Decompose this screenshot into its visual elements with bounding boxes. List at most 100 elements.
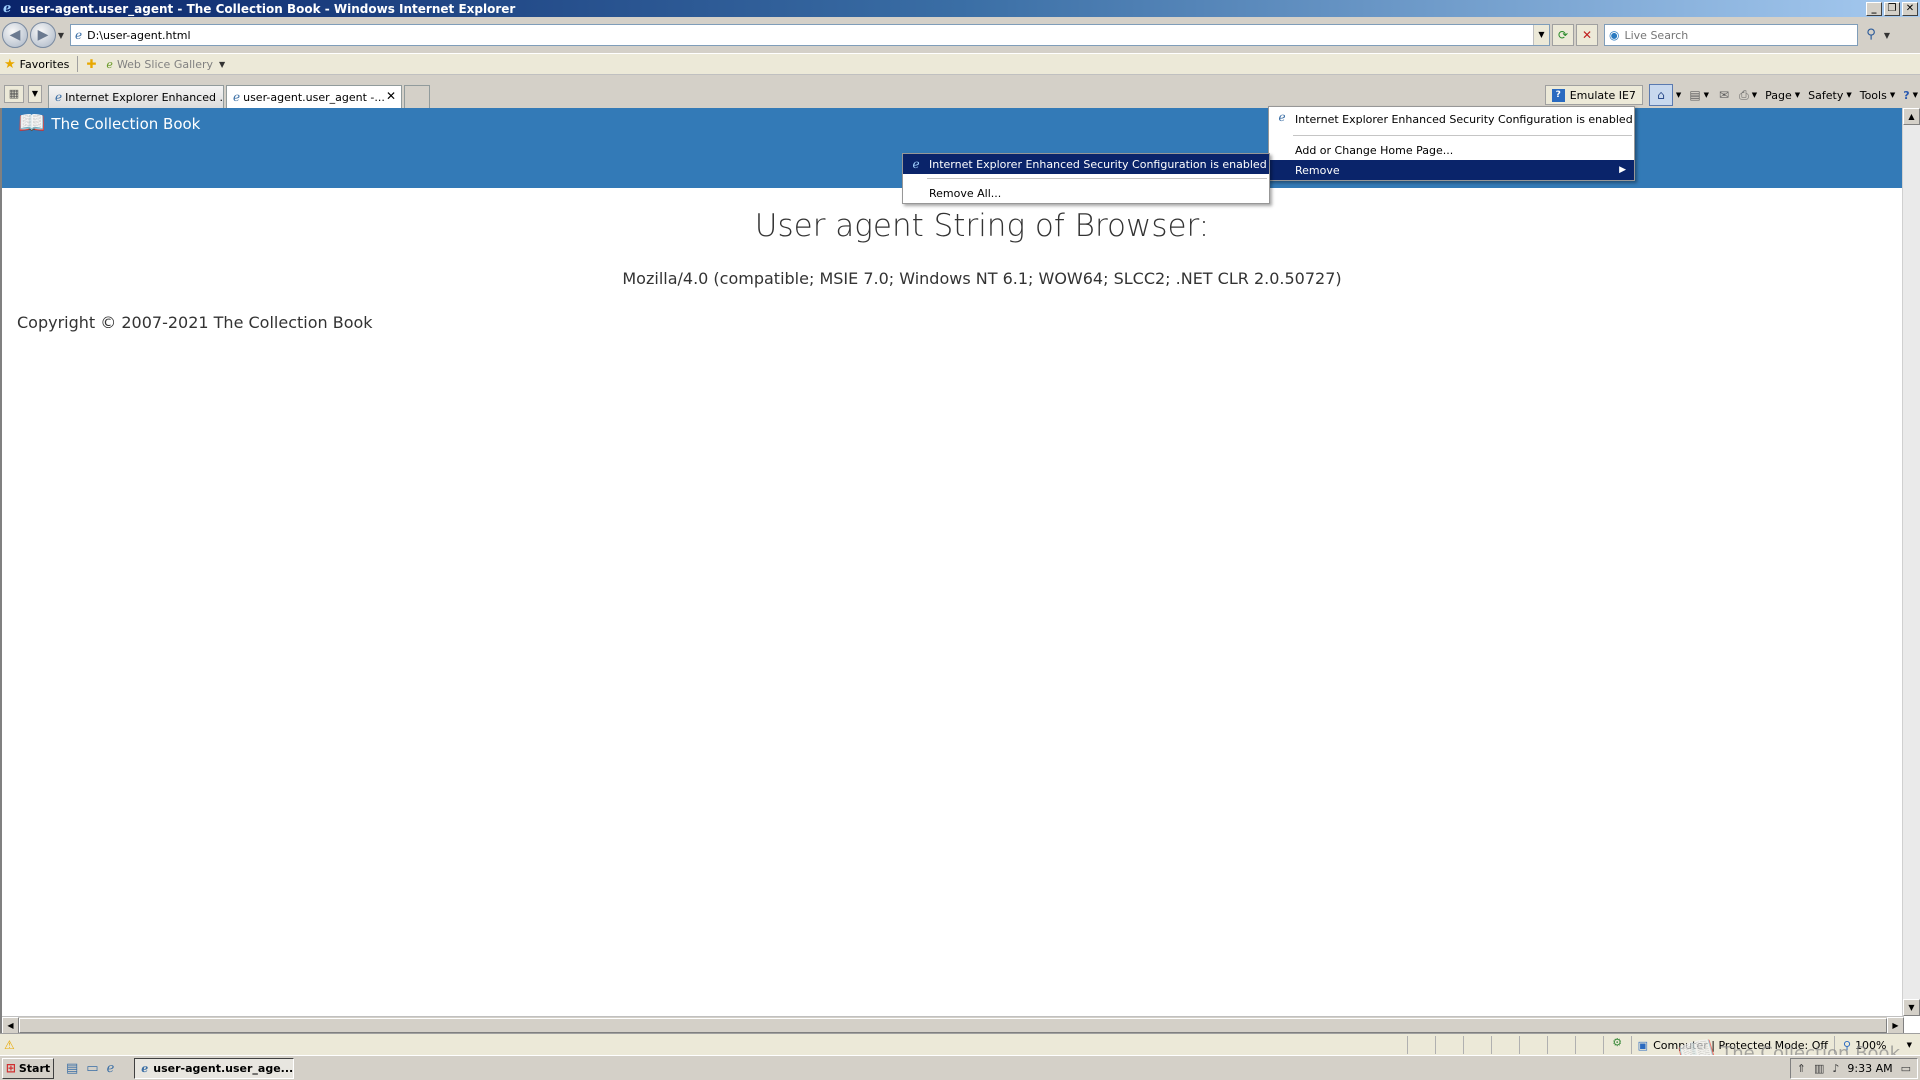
help-menu[interactable]: ? ▼ bbox=[1903, 89, 1918, 102]
back-button[interactable]: ◀ bbox=[2, 22, 28, 48]
ie-icon: ℯ bbox=[55, 90, 63, 104]
menu-item-label: Internet Explorer Enhanced Security Conf… bbox=[1295, 112, 1633, 126]
site-brand-link[interactable]: 📖 The Collection Book bbox=[18, 111, 200, 136]
server-manager-icon[interactable]: ▤ bbox=[66, 1061, 78, 1076]
status-panel bbox=[1406, 1036, 1435, 1054]
status-panel bbox=[1434, 1036, 1463, 1054]
address-row: ◀ ▶ ▼ ℯ D:\user-agent.html ▼ ⟳ ✕ ◉ ⚲ ▼ bbox=[0, 17, 1920, 53]
print-dropdown[interactable]: ▼ bbox=[1752, 91, 1757, 99]
stop-button[interactable]: ✕ bbox=[1576, 24, 1598, 46]
menu-separator bbox=[1293, 135, 1632, 136]
computer-icon: ▣ bbox=[1637, 1038, 1649, 1052]
tab-label: user-agent.user_agent -... bbox=[243, 90, 385, 104]
menu-item-esc-home[interactable]: ℯ Internet Explorer Enhanced Security Co… bbox=[1269, 107, 1634, 131]
scroll-up-arrow[interactable]: ▲ bbox=[1903, 108, 1920, 125]
window-title: user-agent.user_agent - The Collection B… bbox=[20, 1, 516, 16]
chevron-down-icon: ▼ bbox=[1889, 91, 1896, 99]
scroll-right-arrow[interactable]: ▶ bbox=[1887, 1017, 1904, 1034]
minimize-button[interactable]: _ bbox=[1866, 1, 1882, 16]
show-desktop-icon[interactable]: ▭ bbox=[1901, 1062, 1911, 1075]
submenu-arrow-icon: ▶ bbox=[1619, 165, 1626, 175]
tab-list-dropdown[interactable]: ▼ bbox=[28, 85, 42, 103]
status-panel bbox=[1546, 1036, 1575, 1054]
mail-icon[interactable]: ✉ bbox=[1719, 88, 1729, 102]
feeds-icon[interactable]: ▤ bbox=[1689, 88, 1700, 102]
page-menu-label: Page bbox=[1765, 88, 1792, 102]
horizontal-scrollbar[interactable]: ◀ ▶ bbox=[2, 1016, 1904, 1034]
clock[interactable]: 9:33 AM bbox=[1847, 1062, 1892, 1075]
quick-tabs-icon: ▦ bbox=[8, 87, 20, 100]
status-panel bbox=[1490, 1036, 1519, 1054]
start-button[interactable]: ⊞ Start bbox=[2, 1057, 54, 1079]
menu-item-label: Add or Change Home Page... bbox=[1295, 143, 1454, 157]
address-bar[interactable]: ℯ D:\user-agent.html ▼ bbox=[70, 24, 1550, 46]
search-box[interactable]: ◉ bbox=[1604, 24, 1858, 46]
magnifier-icon: ⚲ bbox=[1866, 27, 1876, 42]
close-window-button[interactable]: ✕ bbox=[1902, 1, 1918, 16]
warning-icon[interactable]: ⚠ bbox=[4, 1038, 15, 1052]
ie-icon[interactable]: ℯ bbox=[107, 1061, 115, 1076]
scroll-left-arrow[interactable]: ◀ bbox=[2, 1017, 19, 1034]
emulate-label: Emulate IE7 bbox=[1569, 88, 1636, 102]
feeds-dropdown[interactable]: ▼ bbox=[1704, 91, 1709, 99]
taskbar-item-ie[interactable]: ℯ user-agent.user_age... bbox=[134, 1057, 295, 1079]
user-agent-string: Mozilla/4.0 (compatible; MSIE 7.0; Windo… bbox=[622, 269, 1342, 288]
tray-arrow-icon[interactable]: ⇑ bbox=[1797, 1062, 1806, 1075]
emulate-ie7-button[interactable]: ? Emulate IE7 bbox=[1544, 85, 1643, 105]
quick-launch: ▤ ▭ ℯ bbox=[66, 1061, 114, 1076]
ie-icon: ℯ bbox=[3, 0, 12, 16]
tools-menu[interactable]: Tools ▼ bbox=[1860, 89, 1896, 102]
tab-user-agent[interactable]: ℯ user-agent.user_agent -... ✕ bbox=[226, 85, 402, 108]
menu-item-label: Remove bbox=[1295, 163, 1340, 177]
menu-item-label: Internet Explorer Enhanced Security Conf… bbox=[929, 157, 1267, 171]
site-brand-label: The Collection Book bbox=[51, 114, 201, 133]
star-icon: ★ bbox=[4, 56, 16, 72]
submenu-item-esc[interactable]: ℯ Internet Explorer Enhanced Security Co… bbox=[903, 154, 1269, 174]
help-icon: ? bbox=[1903, 88, 1910, 102]
remove-submenu: ℯ Internet Explorer Enhanced Security Co… bbox=[902, 153, 1270, 204]
favorites-label: Favorites bbox=[19, 57, 70, 71]
page-menu[interactable]: Page ▼ bbox=[1765, 89, 1800, 102]
volume-icon[interactable]: ♪ bbox=[1832, 1062, 1839, 1075]
add-favorite-icon[interactable]: ✚ bbox=[86, 57, 96, 71]
restore-button[interactable]: ❐ bbox=[1884, 1, 1900, 16]
home-dropdown-button[interactable]: ▼ bbox=[1676, 91, 1681, 99]
history-dropdown-button[interactable]: ▼ bbox=[56, 31, 66, 40]
close-tab-icon[interactable]: ✕ bbox=[386, 89, 396, 103]
submenu-item-remove-all[interactable]: Remove All... bbox=[903, 183, 1269, 203]
chevron-down-icon: ▼ bbox=[1846, 91, 1852, 99]
search-options-dropdown[interactable]: ▼ bbox=[1882, 31, 1892, 40]
ie-icon: ℯ bbox=[912, 157, 920, 171]
show-desktop-icon[interactable]: ▭ bbox=[86, 1061, 98, 1076]
safety-menu[interactable]: Safety ▼ bbox=[1808, 89, 1852, 102]
title-bar: ℯ user-agent.user_agent - The Collection… bbox=[0, 0, 1920, 17]
new-tab-button[interactable] bbox=[404, 85, 430, 108]
addons-icon[interactable]: ⚙ bbox=[1602, 1036, 1631, 1054]
window-controls: _ ❐ ✕ bbox=[1866, 1, 1918, 16]
web-slice-gallery-button[interactable]: ℯ Web Slice Gallery ▼ bbox=[106, 58, 225, 71]
vertical-scrollbar[interactable]: ▲ ▼ bbox=[1902, 108, 1920, 1016]
network-icon[interactable]: ▥ bbox=[1814, 1062, 1824, 1075]
chevron-down-icon: ▼ bbox=[1912, 91, 1918, 99]
windows-logo-icon: ⊞ bbox=[5, 1061, 16, 1075]
quick-tabs-button[interactable]: ▦ bbox=[4, 85, 24, 103]
menu-item-remove[interactable]: Remove ▶ bbox=[1269, 160, 1634, 180]
favorites-button[interactable]: ★ Favorites bbox=[4, 57, 69, 72]
home-button[interactable]: ⌂ bbox=[1648, 84, 1673, 106]
stop-icon: ✕ bbox=[1581, 28, 1593, 42]
address-url[interactable]: D:\user-agent.html bbox=[87, 29, 1533, 42]
print-icon[interactable]: ⎙ bbox=[1739, 88, 1749, 103]
book-icon: 📖 bbox=[18, 111, 46, 136]
forward-button[interactable]: ▶ bbox=[30, 22, 56, 48]
search-input[interactable] bbox=[1624, 28, 1845, 42]
home-dropdown-menu: ℯ Internet Explorer Enhanced Security Co… bbox=[1268, 106, 1635, 181]
search-button[interactable]: ⚲ bbox=[1860, 24, 1882, 46]
scroll-down-arrow[interactable]: ▼ bbox=[1903, 999, 1920, 1016]
menu-item-add-change-home[interactable]: Add or Change Home Page... bbox=[1269, 140, 1634, 160]
tab-ie-esc[interactable]: ℯ Internet Explorer Enhanced ... bbox=[48, 85, 224, 108]
status-bar: ⚠ ⚙ ▣ Computer | Protected Mode: Off ⚲ 1… bbox=[0, 1033, 1920, 1055]
horizontal-scroll-thumb[interactable] bbox=[19, 1018, 1887, 1033]
status-panel bbox=[1518, 1036, 1547, 1054]
address-dropdown-button[interactable]: ▼ bbox=[1533, 25, 1549, 45]
refresh-button[interactable]: ⟳ bbox=[1552, 24, 1574, 46]
